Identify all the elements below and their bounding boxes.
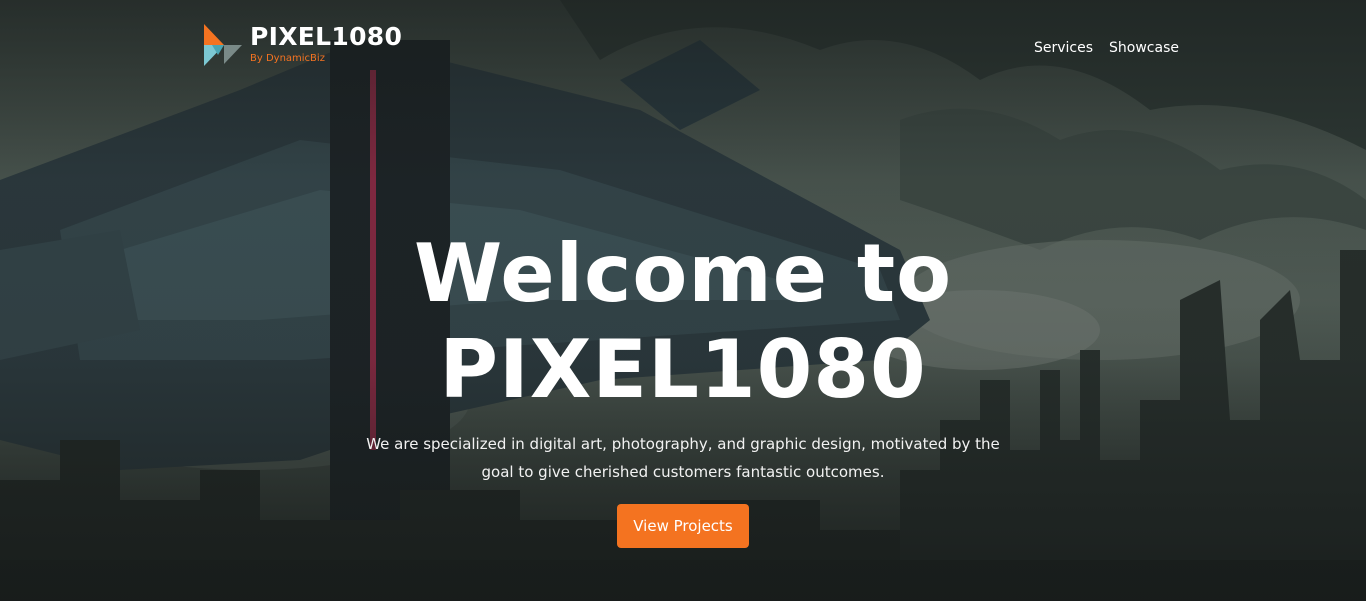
nav-link-showcase[interactable]: Showcase bbox=[1109, 38, 1179, 58]
brand-logo[interactable]: PIXEL1080 By DynamicBiz bbox=[204, 22, 403, 66]
hero-title-line-1: Welcome to bbox=[413, 227, 953, 320]
nav-link-services[interactable]: Services bbox=[1034, 38, 1093, 58]
hero-tagline: We are specialized in digital art, photo… bbox=[366, 435, 1000, 481]
view-projects-button[interactable]: View Projects bbox=[617, 504, 749, 548]
brand-byline: By DynamicBiz bbox=[250, 53, 325, 64]
main-nav: Services Showcase bbox=[1018, 38, 1179, 58]
brand-name: PIXEL1080 bbox=[250, 22, 403, 51]
site-header: PIXEL1080 By DynamicBiz Services Showcas… bbox=[0, 0, 1366, 90]
play-triangle-logo-icon bbox=[204, 24, 242, 66]
hero-section: Welcome to PIXEL1080 We are specialized … bbox=[0, 226, 1366, 548]
hero-title: Welcome to PIXEL1080 bbox=[0, 226, 1366, 418]
hero-title-line-2: PIXEL1080 bbox=[439, 323, 927, 416]
